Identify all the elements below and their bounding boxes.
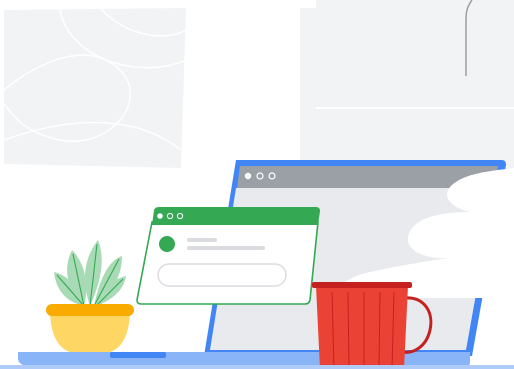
popup-line-short — [187, 238, 217, 242]
avatar-icon — [159, 236, 175, 252]
pot-rim — [46, 304, 134, 316]
popup-input-pill — [157, 263, 287, 287]
illustration-art — [0, 0, 514, 369]
illustration-scene — [0, 0, 514, 369]
desk-surface — [0, 365, 514, 369]
laptop-notch — [110, 352, 166, 358]
wall-art-square — [4, 8, 186, 168]
window-pane-right — [316, 0, 514, 110]
popup-window — [136, 207, 320, 305]
wall-art-panel — [3, 7, 187, 168]
mug-rim — [312, 282, 412, 288]
pot — [50, 314, 130, 352]
plant-icon — [46, 240, 134, 352]
popup-line-long — [187, 246, 265, 250]
popup-window-body — [136, 221, 319, 305]
